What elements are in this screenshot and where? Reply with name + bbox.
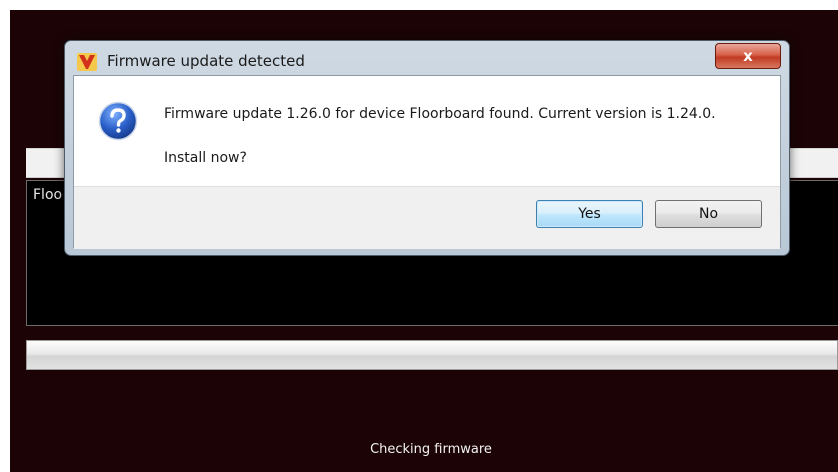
progress-bar — [26, 340, 838, 370]
status-text: Checking firmware — [370, 442, 492, 457]
question-icon — [98, 101, 138, 141]
yes-button[interactable]: Yes — [536, 200, 643, 228]
no-button[interactable]: No — [655, 200, 762, 228]
dialog-button-area: Yes No — [74, 186, 780, 249]
device-panel-label: Floo — [33, 187, 63, 203]
amp-logo-icon — [77, 53, 97, 71]
dialog-content: Firmware update 1.26.0 for device Floorb… — [73, 75, 781, 249]
dialog-title: Firmware update detected — [107, 52, 305, 70]
dialog-message: Firmware update 1.26.0 for device Floorb… — [164, 106, 716, 122]
close-icon: x — [743, 47, 753, 65]
dialog-titlebar[interactable]: Firmware update detected x — [65, 41, 789, 75]
dialog-question: Install now? — [164, 150, 247, 166]
firmware-dialog: Firmware update detected x Firmware upda… — [64, 40, 790, 256]
close-button[interactable]: x — [715, 43, 781, 69]
